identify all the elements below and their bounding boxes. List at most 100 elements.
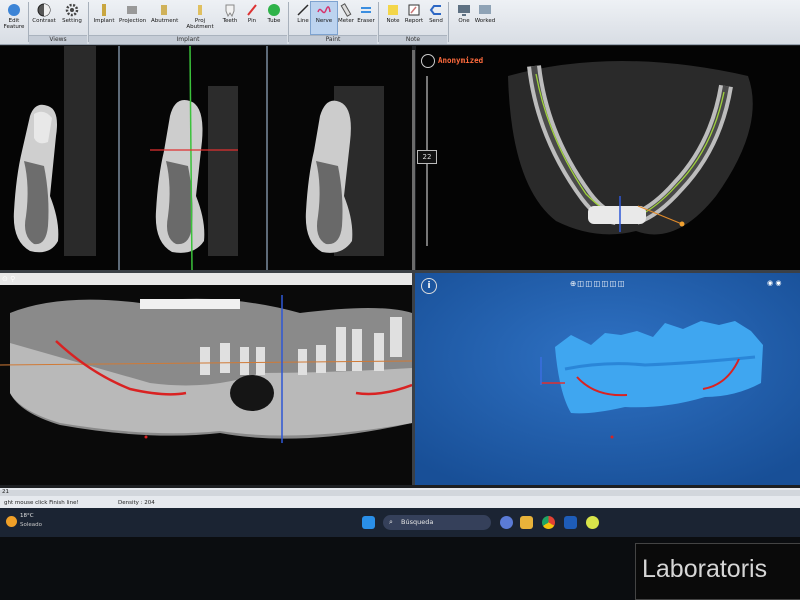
zoom-icon[interactable]: [421, 54, 435, 68]
horizontal-scrollbar[interactable]: [0, 490, 800, 496]
contrast-icon: [37, 3, 51, 17]
cross-section-image-3: [268, 46, 412, 270]
monitor-icon: [458, 5, 470, 16]
one-label: One: [458, 18, 470, 24]
edit-sub-label: Feature: [3, 24, 25, 30]
panorama-tool-icons[interactable]: ⊙ ⚲: [2, 275, 15, 283]
screen: Edit Feature Contrast Setting Views Impl…: [0, 0, 800, 537]
group-label-implant: Implant: [89, 35, 287, 44]
zoom-value-box[interactable]: 22: [417, 150, 437, 164]
send-button[interactable]: Send: [423, 2, 449, 34]
tooth-icon: [225, 4, 235, 17]
view-orientation-icons[interactable]: ⊕◫◫◫◫◫◫: [570, 279, 670, 289]
implant-icon: [102, 4, 106, 16]
worked-label: Worked: [474, 18, 496, 24]
search-box[interactable]: ⌕ Búsqueda: [383, 515, 491, 530]
lab-text: Laboratoris: [642, 555, 768, 583]
weather-desc: Soleado: [20, 522, 42, 528]
setting-label: Setting: [62, 18, 82, 24]
dental-app-icon[interactable]: [586, 516, 599, 529]
proj-abutment-label: Proj Abutment: [186, 18, 214, 30]
projection-button[interactable]: Projection: [119, 2, 147, 34]
ribbon-toolbar: Edit Feature Contrast Setting Views Impl…: [0, 0, 800, 45]
report-label: Report: [404, 18, 424, 24]
send-label: Send: [429, 18, 443, 24]
pin-icon: [247, 4, 257, 16]
ribbon-separator: [448, 2, 449, 42]
projection-icon: [127, 6, 137, 14]
search-placeholder: Búsqueda: [401, 518, 434, 526]
ruler-icon: [340, 3, 352, 17]
eraser-label: Eraser: [357, 18, 375, 24]
line-icon: [297, 4, 309, 16]
cross-section-view-2[interactable]: [120, 46, 266, 270]
3d-model-view[interactable]: i ⊕◫◫◫◫◫◫ ◉ ◉: [415, 273, 800, 485]
cross-section-image-2: [120, 46, 266, 270]
ribbon-group-note: Note Report Send Note: [379, 0, 447, 44]
worked-icon: [479, 5, 491, 14]
line-label: Line: [297, 18, 309, 24]
panoramic-image: [0, 273, 412, 485]
abutment-button[interactable]: Abutment: [151, 2, 179, 34]
windows-start-icon[interactable]: [362, 516, 375, 529]
pin-label: Pin: [247, 18, 257, 24]
ribbon-group-implant: Implant Projection Abutment Proj Abutmen…: [89, 0, 287, 44]
ribbon-group-feature: Edit Feature: [0, 0, 28, 44]
abutment-icon: [161, 5, 167, 15]
ribbon-group-views: Contrast Setting Views: [29, 0, 87, 44]
search-icon: ⌕: [389, 518, 393, 526]
group-label-note: Note: [379, 35, 447, 44]
app-icon[interactable]: [564, 516, 577, 529]
contrast-label: Contrast: [32, 18, 56, 24]
implant-button[interactable]: Implant: [91, 2, 117, 34]
send-icon: [429, 5, 441, 15]
weather-temp: 18°C: [20, 513, 34, 519]
3d-model-image: [415, 273, 800, 485]
contrast-button[interactable]: Contrast: [31, 2, 57, 34]
tube-label: Tube: [267, 18, 281, 24]
worked-button[interactable]: Worked: [472, 2, 498, 34]
axial-image: [416, 46, 800, 270]
lab-label-overlay: Laboratoris: [635, 543, 800, 600]
ribbon-group-paint: Line Nerve Meter Eraser Paint: [289, 0, 377, 44]
abutment-label: Abutment: [151, 18, 179, 24]
weather-icon[interactable]: [6, 516, 17, 527]
3d-tool-icons[interactable]: ◉ ◉: [767, 279, 781, 287]
meter-label: Meter: [338, 18, 354, 24]
info-icon[interactable]: i: [421, 278, 437, 294]
panoramic-view[interactable]: ⊙ ⚲: [0, 273, 412, 485]
note-label: Note: [386, 18, 400, 24]
group-label-views: Views: [29, 35, 87, 44]
implant-label: Implant: [93, 18, 115, 24]
nerve-icon: [317, 6, 331, 14]
taskbar: 18°C Soleado ⌕ Búsqueda: [0, 508, 800, 537]
tube-icon: [268, 4, 280, 16]
cross-section-view-3[interactable]: [268, 46, 412, 270]
eraser-icon: [361, 7, 371, 13]
eraser-button[interactable]: Eraser: [353, 2, 379, 34]
chrome-icon[interactable]: [542, 516, 555, 529]
file-explorer-icon[interactable]: [520, 516, 533, 529]
proj-abutment-button[interactable]: Proj Abutment: [185, 2, 215, 34]
status-left-tag: 21: [2, 489, 9, 495]
note-icon: [388, 5, 398, 15]
anonymized-label: Anonymized: [438, 56, 484, 65]
projection-label: Projection: [119, 18, 147, 24]
tube-button[interactable]: Tube: [261, 2, 287, 34]
status-density: Density : 204: [118, 500, 155, 506]
axial-view[interactable]: Anonymized 22: [416, 46, 800, 270]
setting-button[interactable]: Setting: [59, 2, 85, 34]
edit-icon: [8, 4, 20, 16]
chat-icon[interactable]: [500, 516, 513, 529]
teeth-label: Teeth: [222, 18, 238, 24]
cross-section-view-1[interactable]: [0, 46, 118, 270]
group-label-paint: Paint: [289, 35, 377, 44]
report-icon: [408, 4, 420, 16]
nerve-label: Nerve: [315, 18, 333, 24]
status-hint: ght mouse click Finish line!: [4, 500, 79, 506]
proj-abutment-icon: [198, 5, 202, 15]
gear-icon: [65, 3, 79, 17]
cross-section-image-1: [0, 46, 118, 270]
edit-button[interactable]: Edit Feature: [1, 2, 27, 34]
panel-scrollbar[interactable]: [412, 50, 415, 270]
